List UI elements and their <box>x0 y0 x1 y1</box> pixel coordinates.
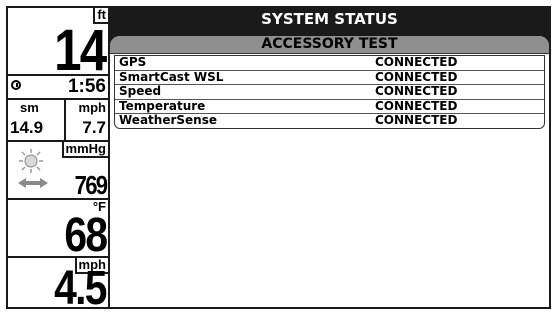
depth-value: 14 <box>54 18 108 83</box>
trip-units: sm mph <box>8 100 108 118</box>
accessory-name: Speed <box>119 84 162 98</box>
accessory-status: CONNECTED <box>375 69 458 84</box>
pressure-unit: mmHg <box>61 142 108 158</box>
pressure-value: 769 <box>74 170 107 200</box>
clock-icon <box>11 80 21 90</box>
accessory-name: SmartCast WSL <box>119 69 224 84</box>
temperature-value: 68 <box>64 209 108 262</box>
accessory-name: WeatherSense <box>119 113 217 127</box>
sun-icon <box>19 149 43 173</box>
speed-value: 4.5 <box>54 262 107 315</box>
accessory-status: CONNECTED <box>375 113 458 127</box>
time-value: 1:56 <box>67 76 106 97</box>
time-readout: 1:56 <box>8 76 108 98</box>
accessory-list: GPS CONNECTED SmartCast WSL CONNECTED Sp… <box>114 55 545 129</box>
speed-small-value: 7.7 <box>82 118 106 137</box>
accessory-name: GPS <box>119 55 147 69</box>
speed-readout: mph 4.5 <box>8 258 108 313</box>
accessory-name: Temperature <box>119 98 206 113</box>
speed-small-unit: mph <box>78 100 106 115</box>
readout-column: ft 14 1:56 sm mph 14.9 7.7 mmHg 769 °F 6… <box>8 8 108 313</box>
list-item[interactable]: SmartCast WSL CONNECTED <box>115 69 544 85</box>
trip-values: 14.9 7.7 <box>8 118 108 140</box>
list-item[interactable]: WeatherSense CONNECTED <box>115 113 544 128</box>
temperature-readout: °F 68 <box>8 200 108 260</box>
list-item[interactable]: Temperature CONNECTED <box>115 98 544 114</box>
distance-value: 14.9 <box>10 118 44 137</box>
distance-unit: sm <box>20 100 39 115</box>
divider <box>64 100 66 140</box>
list-item[interactable]: Speed CONNECTED <box>115 84 544 99</box>
accessory-test-panel: ACCESSORY TEST GPS CONNECTED SmartCast W… <box>110 36 549 307</box>
list-item[interactable]: GPS CONNECTED <box>115 55 544 70</box>
accessory-status: CONNECTED <box>375 84 458 98</box>
depth-readout: ft 14 <box>8 8 108 80</box>
page-title: SYSTEM STATUS <box>261 10 398 28</box>
accessory-status: CONNECTED <box>375 98 458 113</box>
accessory-test-heading: ACCESSORY TEST <box>110 36 549 54</box>
accessory-status: CONNECTED <box>375 55 458 69</box>
double-arrow-icon <box>18 178 48 188</box>
